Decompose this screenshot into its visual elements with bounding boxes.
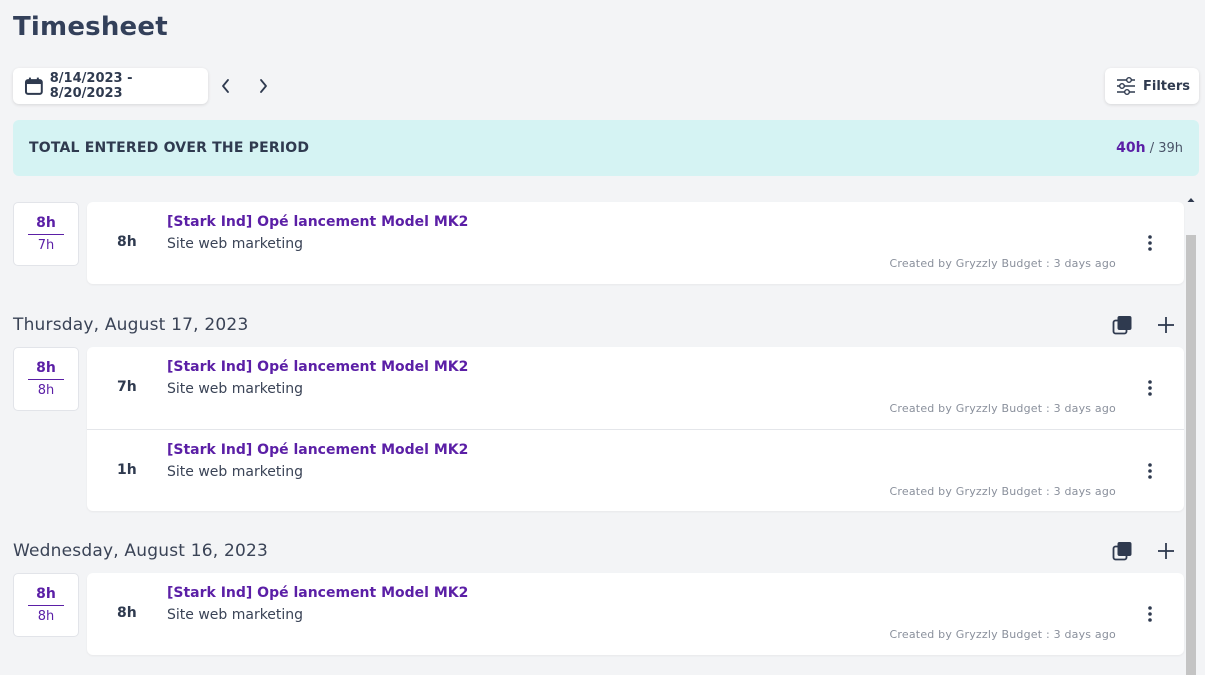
time-entry[interactable]: 8h [Stark Ind] Opé lancement Model MK2 S…	[87, 202, 1184, 284]
entry-task: Site web marketing	[167, 381, 304, 397]
entry-hours: 7h	[117, 379, 137, 395]
day-entries-card: 8h [Stark Ind] Opé lancement Model MK2 S…	[87, 573, 1184, 655]
time-entry[interactable]: 1h [Stark Ind] Opé lancement Model MK2 S…	[87, 429, 1184, 511]
day-expected-hours: 8h	[37, 609, 55, 624]
kebab-menu-icon	[1148, 606, 1152, 622]
day-header: Wednesday, August 16, 2023	[13, 541, 269, 561]
kebab-menu-icon	[1148, 380, 1152, 396]
copy-day-button[interactable]	[1110, 313, 1134, 337]
add-entry-button[interactable]	[1154, 313, 1178, 337]
entry-task: Site web marketing	[167, 464, 304, 480]
entry-created-info: Created by Gryzzly Budget : 3 days ago	[889, 402, 1116, 415]
filters-button[interactable]: Filters	[1105, 68, 1199, 104]
time-entry[interactable]: 7h [Stark Ind] Opé lancement Model MK2 S…	[87, 347, 1184, 429]
calendar-icon	[24, 77, 43, 95]
day-entered-hours: 8h	[36, 360, 56, 376]
copy-icon	[1112, 542, 1132, 561]
day-entered-hours: 8h	[36, 215, 56, 231]
day-expected-hours: 7h	[37, 238, 55, 253]
next-period-button[interactable]	[253, 76, 273, 96]
day-header: Thursday, August 17, 2023	[13, 315, 249, 335]
plus-icon	[1158, 543, 1174, 559]
time-entry[interactable]: 8h [Stark Ind] Opé lancement Model MK2 S…	[87, 573, 1184, 655]
date-range-picker[interactable]: 8/14/2023 - 8/20/2023	[13, 68, 208, 104]
day-total-divider	[28, 234, 64, 235]
entry-task: Site web marketing	[167, 236, 304, 252]
entry-project-link[interactable]: [Stark Ind] Opé lancement Model MK2	[167, 585, 468, 601]
period-total-label: TOTAL ENTERED OVER THE PERIOD	[29, 140, 310, 156]
period-total-banner: TOTAL ENTERED OVER THE PERIOD 40h / 39h	[13, 120, 1199, 176]
chevron-left-icon	[222, 79, 229, 93]
page-title: Timesheet	[13, 12, 168, 42]
filters-label: Filters	[1143, 78, 1190, 94]
entry-created-info: Created by Gryzzly Budget : 3 days ago	[889, 485, 1116, 498]
entry-created-info: Created by Gryzzly Budget : 3 days ago	[889, 257, 1116, 270]
day-total: 8h 7h	[13, 202, 79, 266]
add-entry-button[interactable]	[1154, 539, 1178, 563]
entry-project-link[interactable]: [Stark Ind] Opé lancement Model MK2	[167, 442, 468, 458]
chevron-right-icon	[260, 79, 267, 93]
scroll-up-arrow-icon[interactable]	[1186, 195, 1196, 205]
day-total: 8h 8h	[13, 573, 79, 637]
plus-icon	[1158, 317, 1174, 333]
entry-hours: 8h	[117, 234, 137, 250]
entry-hours: 1h	[117, 462, 137, 478]
day-total: 8h 8h	[13, 347, 79, 411]
filter-sliders-icon	[1117, 77, 1135, 95]
copy-icon	[1112, 316, 1132, 335]
entry-project-link[interactable]: [Stark Ind] Opé lancement Model MK2	[167, 359, 468, 375]
entry-created-info: Created by Gryzzly Budget : 3 days ago	[889, 628, 1116, 641]
period-total-expected: 39h	[1158, 141, 1183, 156]
day-total-divider	[28, 379, 64, 380]
day-entries-card: 7h [Stark Ind] Opé lancement Model MK2 S…	[87, 347, 1184, 511]
timesheet-day-list[interactable]: 8h 7h 8h [Stark Ind] Opé lancement Model…	[0, 192, 1205, 675]
date-range-label: 8/14/2023 - 8/20/2023	[49, 71, 133, 101]
entry-menu-button[interactable]	[1138, 376, 1162, 400]
entry-menu-button[interactable]	[1138, 602, 1162, 626]
period-total-values: 40h / 39h	[1116, 140, 1183, 156]
day-entered-hours: 8h	[36, 586, 56, 602]
day-total-divider	[28, 605, 64, 606]
entry-menu-button[interactable]	[1138, 459, 1162, 483]
kebab-menu-icon	[1148, 235, 1152, 251]
day-expected-hours: 8h	[37, 383, 55, 398]
entry-hours: 8h	[117, 605, 137, 621]
scrollbar-thumb[interactable]	[1186, 235, 1196, 675]
entry-project-link[interactable]: [Stark Ind] Opé lancement Model MK2	[167, 214, 468, 230]
previous-period-button[interactable]	[216, 76, 236, 96]
day-entries-card: 8h [Stark Ind] Opé lancement Model MK2 S…	[87, 202, 1184, 284]
copy-day-button[interactable]	[1110, 539, 1134, 563]
period-total-entered: 40h	[1116, 140, 1146, 156]
entry-menu-button[interactable]	[1138, 231, 1162, 255]
entry-task: Site web marketing	[167, 607, 304, 623]
period-total-separator: /	[1145, 141, 1159, 156]
kebab-menu-icon	[1148, 463, 1152, 479]
